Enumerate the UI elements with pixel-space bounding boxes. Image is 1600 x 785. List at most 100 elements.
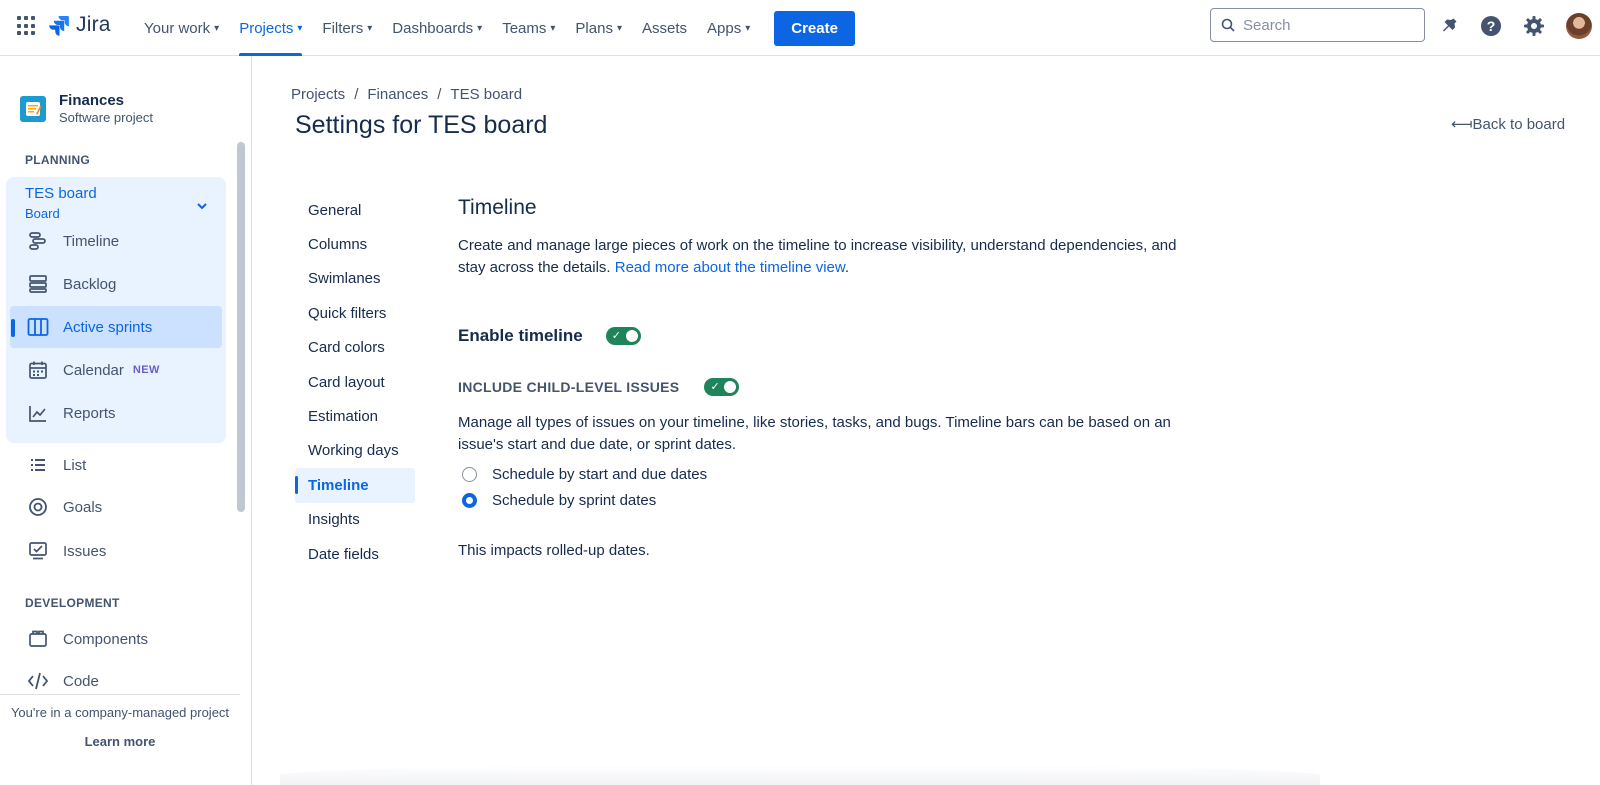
sidebar-item-label: Calendar [63, 361, 124, 379]
breadcrumb-finances[interactable]: Finances [367, 86, 428, 103]
nav-filters[interactable]: Filters ▾ [312, 0, 382, 56]
child-issues-toggle[interactable]: ✓ [704, 378, 740, 396]
chevron-down-icon: ▾ [550, 22, 556, 34]
breadcrumb-board[interactable]: TES board [450, 86, 522, 103]
search-box[interactable] [1210, 8, 1425, 42]
nav-plans[interactable]: Plans ▾ [565, 0, 632, 56]
nav-label: Filters [322, 19, 364, 37]
chevron-down-icon: ▾ [367, 22, 373, 34]
back-to-board-link[interactable]: ⟻Back to board [1451, 115, 1565, 133]
radio-sprint-dates[interactable]: Schedule by sprint dates [462, 492, 656, 509]
child-issues-description: Manage all types of issues on your timel… [458, 414, 1171, 453]
settings-nav-quick-filters[interactable]: Quick filters [295, 296, 415, 330]
sidebar-item-label: Timeline [63, 232, 120, 250]
description-period: . [844, 259, 850, 276]
settings-nav-card-colors[interactable]: Card colors [295, 331, 415, 365]
sidebar-item-calendar[interactable]: Calendar NEW [10, 349, 222, 391]
sidebar-item-label: Active sprints [63, 318, 153, 336]
nav-your-work[interactable]: Your work ▾ [134, 0, 229, 56]
settings-nav-columns[interactable]: Columns [295, 227, 415, 261]
project-icon [20, 95, 46, 122]
app-switcher-icon[interactable] [17, 16, 37, 36]
settings-nav: General Columns Swimlanes Quick filters … [295, 193, 415, 571]
notifications-icon[interactable] [1437, 14, 1461, 38]
chevron-down-icon[interactable] [196, 199, 208, 215]
toggle-knob [625, 330, 638, 342]
settings-nav-insights[interactable]: Insights [295, 503, 415, 537]
project-header[interactable]: Finances Software project [20, 92, 153, 125]
reports-icon [27, 402, 49, 424]
enable-timeline-label: Enable timeline [458, 326, 583, 345]
primary-nav: Your work ▾ Projects ▾ Filters ▾ Dashboards… [134, 0, 855, 56]
breadcrumb: Projects / Finances / TES board [291, 86, 522, 103]
radio-button-selected[interactable] [462, 493, 477, 508]
nav-label: Your work [144, 19, 211, 37]
nav-label: Teams [502, 19, 547, 37]
sidebar-item-active-sprints[interactable]: Active sprints [10, 306, 222, 348]
nav-dashboards[interactable]: Dashboards ▾ [382, 0, 492, 56]
sidebar-item-issues[interactable]: Issues [10, 530, 222, 572]
new-badge: NEW [132, 364, 160, 376]
child-issues-label: INCLUDE CHILD-LEVEL ISSUES [458, 379, 680, 395]
breadcrumb-separator: / [354, 86, 359, 103]
enable-timeline-toggle[interactable]: ✓ [605, 327, 641, 345]
chevron-down-icon: ▾ [214, 22, 220, 34]
impact-note: This impacts rolled-up dates. [458, 542, 650, 559]
board-title: TES board [25, 185, 97, 202]
radio-label: Schedule by start and due dates [492, 466, 708, 483]
settings-nav-date-fields[interactable]: Date fields [295, 537, 415, 571]
settings-nav-estimation[interactable]: Estimation [295, 399, 415, 433]
nav-label: Plans [575, 19, 613, 37]
learn-more-link[interactable]: Learn more [85, 734, 156, 749]
settings-nav-card-layout[interactable]: Card layout [295, 365, 415, 399]
sidebar-item-list[interactable]: List [10, 444, 222, 486]
nav-apps[interactable]: Apps ▾ [697, 0, 760, 56]
logo-text: Jira [76, 13, 111, 36]
check-icon: ✓ [710, 381, 720, 393]
radio-start-due-dates[interactable]: Schedule by start and due dates [462, 466, 707, 483]
backlog-icon [27, 273, 49, 295]
breadcrumb-projects[interactable]: Projects [291, 86, 345, 103]
nav-assets[interactable]: Assets [632, 0, 697, 56]
timeline-icon [27, 230, 49, 252]
jira-logo[interactable]: Jira [48, 13, 111, 37]
code-icon [27, 670, 49, 692]
page-title: Settings for TES board [295, 111, 548, 139]
nav-label: Apps [707, 19, 742, 37]
settings-nav-swimlanes[interactable]: Swimlanes [295, 262, 415, 296]
sidebar-item-components[interactable]: Components [10, 618, 222, 660]
help-icon[interactable]: ? [1479, 14, 1503, 38]
sidebar-item-goals[interactable]: Goals [10, 486, 222, 528]
settings-nav-working-days[interactable]: Working days [295, 434, 415, 468]
radio-label: Schedule by sprint dates [492, 492, 657, 509]
components-icon [27, 628, 49, 650]
goals-icon [27, 496, 49, 518]
settings-nav-timeline[interactable]: Timeline [295, 468, 415, 503]
sidebar-item-backlog[interactable]: Backlog [10, 263, 222, 305]
timeline-description: Create and manage large pieces of work o… [458, 235, 1188, 279]
sidebar-item-reports[interactable]: Reports [10, 392, 222, 434]
settings-gear-icon[interactable] [1522, 14, 1546, 38]
nav-projects[interactable]: Projects ▾ [229, 0, 312, 56]
sidebar-scrollbar[interactable] [237, 142, 245, 512]
user-avatar[interactable] [1566, 13, 1592, 39]
sidebar-item-timeline[interactable]: Timeline [10, 220, 222, 262]
sidebar-item-label: Backlog [63, 275, 117, 293]
top-navigation: Jira Your work ▾ Projects ▾ Filters ▾ Dashb… [0, 0, 1600, 56]
nav-teams[interactable]: Teams ▾ [492, 0, 565, 56]
board-switcher[interactable]: TES board Board [25, 185, 97, 221]
back-arrow-icon: ⟻ [1451, 116, 1473, 133]
timeline-settings-panel: Timeline Create and manage large pieces … [458, 196, 1188, 559]
read-more-link[interactable]: Read more about the timeline view [615, 259, 845, 276]
search-icon [1221, 18, 1235, 32]
radio-button[interactable] [462, 467, 477, 482]
issues-icon [27, 540, 49, 562]
search-input[interactable] [1243, 16, 1413, 34]
list-icon [27, 454, 49, 476]
chevron-down-icon: ▾ [477, 22, 483, 34]
settings-nav-general[interactable]: General [295, 193, 415, 227]
breadcrumb-separator: / [437, 86, 442, 103]
enable-timeline-row: Enable timeline ✓ [458, 326, 641, 346]
sidebar-item-label: Goals [63, 498, 103, 516]
create-button[interactable]: Create [774, 10, 855, 46]
